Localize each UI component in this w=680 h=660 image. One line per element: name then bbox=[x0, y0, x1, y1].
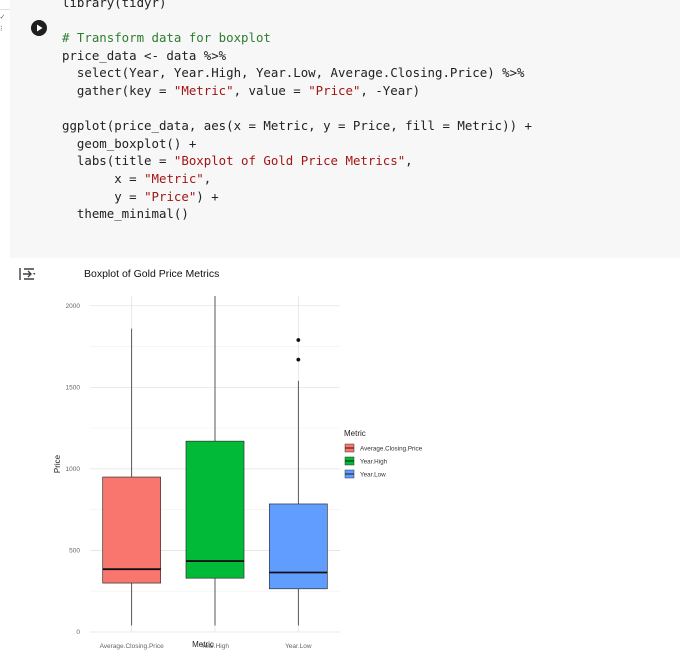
legend-title: Metric bbox=[344, 429, 366, 438]
code-token: , bbox=[203, 170, 212, 186]
box-year-high bbox=[185, 440, 245, 579]
code-editor[interactable]: library(tidyr) # Transform data for boxp… bbox=[62, 0, 532, 223]
y-axis-label: Price bbox=[53, 454, 62, 473]
code-token: "Price" bbox=[144, 188, 197, 204]
outlier-point bbox=[296, 338, 301, 342]
y-tick-label: 1500 bbox=[66, 384, 81, 391]
code-token: , -Year) bbox=[360, 82, 421, 98]
code-token: gather(key = bbox=[62, 82, 174, 98]
check-icon: ✓ bbox=[0, 12, 5, 21]
code-line: # Transform data for boxplot bbox=[62, 29, 532, 47]
code-token: "Metric" bbox=[173, 82, 234, 98]
x-tick-label: Average.Closing.Price bbox=[100, 643, 165, 650]
code-line: labs(title = "Boxplot of Gold Price Metr… bbox=[62, 152, 532, 170]
code-cell[interactable]: library(tidyr) # Transform data for boxp… bbox=[10, 0, 680, 258]
play-icon bbox=[37, 24, 43, 32]
box-average-closing-price bbox=[102, 476, 162, 584]
code-line: select(Year, Year.High, Year.Low, Averag… bbox=[62, 64, 532, 82]
run-cell-button[interactable] bbox=[31, 20, 47, 36]
y-tick-label: 0 bbox=[76, 629, 80, 636]
code-token: select(Year, Year.High, Year.Low, Averag… bbox=[62, 65, 525, 81]
code-token: theme_minimal() bbox=[62, 206, 189, 222]
y-tick-label: 2000 bbox=[66, 303, 81, 310]
left-gutter: ✓ ⁝ bbox=[0, 12, 10, 42]
code-line: price_data <- data %>% bbox=[62, 47, 532, 65]
x-axis-label: Metric bbox=[192, 640, 214, 649]
code-token: labs(title = bbox=[62, 153, 174, 169]
code-token: , bbox=[405, 153, 413, 169]
y-tick-label: 500 bbox=[69, 547, 80, 554]
code-line: x = "Metric", bbox=[62, 170, 532, 188]
code-token: "Metric" bbox=[144, 170, 204, 186]
code-line: gather(key = "Metric", value = "Price", … bbox=[62, 82, 532, 100]
code-token: "Price" bbox=[308, 82, 361, 98]
legend-label: Year.High bbox=[360, 459, 388, 466]
code-token: , value = bbox=[233, 82, 309, 98]
code-line: theme_minimal() bbox=[62, 205, 532, 223]
code-line: geom_boxplot() + bbox=[62, 135, 532, 153]
code-token: # Transform data for boxplot bbox=[62, 30, 271, 46]
code-token: geom_boxplot() + bbox=[62, 135, 197, 151]
code-token: "Boxplot of Gold Price Metrics" bbox=[173, 153, 406, 169]
output-toggle-icon[interactable] bbox=[18, 266, 38, 282]
code-token: price_data <- data %>% bbox=[62, 47, 227, 63]
code-token: library(tidyr) bbox=[62, 0, 167, 10]
code-line: y = "Price") + bbox=[62, 188, 532, 206]
chart-title: Boxplot of Gold Price Metrics bbox=[84, 268, 219, 280]
code-token: y = bbox=[62, 188, 145, 204]
outlier-point bbox=[296, 357, 301, 362]
y-tick-label: 1000 bbox=[66, 466, 81, 473]
legend-label: Average.Closing.Price bbox=[360, 446, 423, 453]
code-token: x = bbox=[62, 170, 145, 186]
code-token: ggplot(price_data, aes(x = Metric, y = P… bbox=[62, 118, 532, 134]
boxplot-chart: Boxplot of Gold Price Metrics 0 500 1000 150… bbox=[53, 268, 423, 650]
code-line: ggplot(price_data, aes(x = Metric, y = P… bbox=[62, 117, 532, 135]
legend-label: Year.Low bbox=[360, 472, 386, 479]
dots-icon: ⁝ bbox=[0, 24, 3, 33]
code-line: library(tidyr) bbox=[62, 0, 532, 12]
x-tick-label: Year.Low bbox=[285, 643, 312, 650]
box-year-low bbox=[268, 503, 328, 590]
code-token: ) + bbox=[196, 188, 219, 204]
